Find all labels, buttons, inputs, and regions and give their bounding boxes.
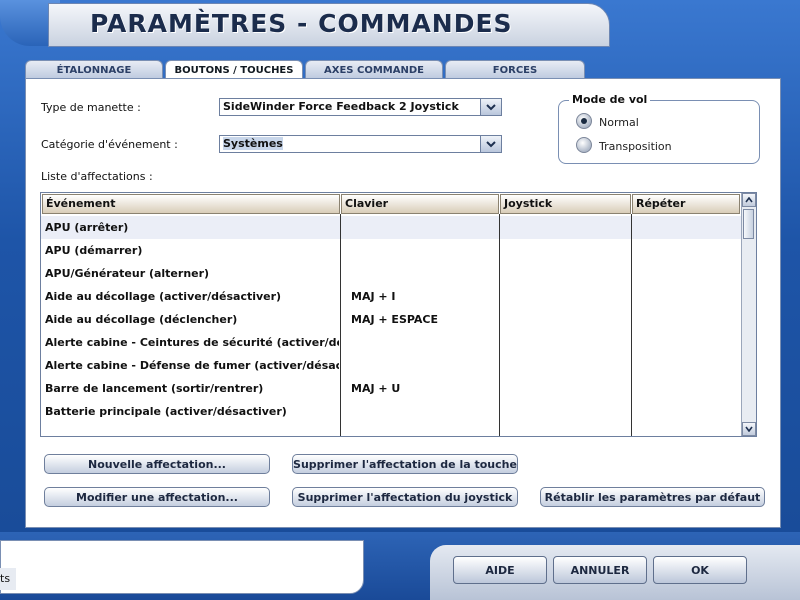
- scrollbar-thumb[interactable]: [743, 209, 754, 239]
- column-header-keyboard[interactable]: Clavier: [341, 194, 499, 214]
- event-category-select[interactable]: Systèmes: [219, 135, 502, 153]
- event-category-value: Systèmes: [223, 137, 283, 150]
- assignments-table[interactable]: Événement Clavier Joystick Répéter APU (…: [40, 192, 757, 437]
- column-header-repeat[interactable]: Répéter: [632, 194, 740, 214]
- tab-forces[interactable]: FORCES: [445, 60, 585, 78]
- row-keyboard: MAJ + I: [351, 290, 396, 303]
- footer-info-area: [0, 540, 364, 594]
- table-row[interactable]: Aide au décollage (activer/désactiver) M…: [41, 285, 741, 308]
- table-row[interactable]: Barre de lancement (sortir/rentrer) MAJ …: [41, 377, 741, 400]
- flight-mode-legend: Mode de vol: [569, 93, 651, 106]
- tab-boutons-touches[interactable]: BOUTONS / TOUCHES: [165, 60, 303, 80]
- row-event: APU (arrêter): [45, 221, 129, 234]
- table-row[interactable]: Alerte cabine - Défense de fumer (active…: [41, 354, 741, 377]
- cancel-button[interactable]: ANNULER: [553, 556, 647, 584]
- table-row[interactable]: APU (arrêter): [41, 216, 741, 239]
- table-row[interactable]: APU/Générateur (alterner): [41, 262, 741, 285]
- row-event: Aide au décollage (déclencher): [45, 313, 238, 326]
- window-title: PARAMÈTRES - COMMANDES: [90, 9, 513, 38]
- vertical-scrollbar[interactable]: [741, 193, 756, 436]
- new-assignment-button[interactable]: Nouvelle affectation...: [44, 454, 270, 474]
- table-row[interactable]: Aide au décollage (déclencher) MAJ + ESP…: [41, 308, 741, 331]
- row-event: Alerte cabine - Ceintures de sécurité (a…: [45, 336, 339, 349]
- table-row[interactable]: APU (démarrer): [41, 239, 741, 262]
- row-keyboard: MAJ + ESPACE: [351, 313, 439, 326]
- radio-transposition-label[interactable]: Transposition: [599, 140, 672, 153]
- row-event: APU/Générateur (alterner): [45, 267, 210, 280]
- column-header-event[interactable]: Événement: [42, 194, 340, 214]
- taskbar-fragment: ts: [0, 568, 16, 590]
- scroll-up-icon[interactable]: [742, 193, 756, 207]
- radio-normal-label[interactable]: Normal: [599, 116, 639, 129]
- column-divider: [631, 214, 632, 436]
- table-row[interactable]: Alerte cabine - Ceintures de sécurité (a…: [41, 331, 741, 354]
- ok-button[interactable]: OK: [653, 556, 747, 584]
- chevron-down-icon[interactable]: [480, 136, 501, 152]
- help-button[interactable]: AIDE: [453, 556, 547, 584]
- row-event: APU (démarrer): [45, 244, 143, 257]
- radio-transposition[interactable]: [576, 137, 592, 153]
- modify-assignment-button[interactable]: Modifier une affectation...: [44, 487, 270, 507]
- table-row[interactable]: Batterie principale (activer/désactiver): [41, 400, 741, 423]
- flight-mode-group: Mode de vol: [558, 93, 760, 164]
- controller-type-select[interactable]: SideWinder Force Feedback 2 Joystick: [219, 98, 502, 116]
- restore-defaults-button[interactable]: Rétablir les paramètres par défaut: [540, 487, 765, 507]
- column-divider: [340, 214, 341, 436]
- row-event: Alerte cabine - Défense de fumer (active…: [45, 359, 339, 372]
- row-event: Barre de lancement (sortir/rentrer): [45, 382, 264, 395]
- chevron-down-icon[interactable]: [480, 99, 501, 115]
- tab-axes-commande[interactable]: AXES COMMANDE: [305, 60, 443, 78]
- column-header-joystick[interactable]: Joystick: [500, 194, 631, 214]
- delete-joystick-assignment-button[interactable]: Supprimer l'affectation du joystick: [292, 487, 518, 507]
- tab-etalonnage[interactable]: ÉTALONNAGE: [25, 60, 163, 78]
- event-category-label: Catégorie d'événement :: [41, 138, 178, 151]
- row-event: Aide au décollage (activer/désactiver): [45, 290, 282, 303]
- assignments-label: Liste d'affectations :: [41, 170, 153, 183]
- delete-key-assignment-button[interactable]: Supprimer l'affectation de la touche: [292, 454, 518, 474]
- column-divider: [499, 214, 500, 436]
- row-event: Batterie principale (activer/désactiver): [45, 405, 287, 418]
- controller-type-label: Type de manette :: [41, 101, 141, 114]
- scroll-down-icon[interactable]: [742, 422, 756, 436]
- radio-normal[interactable]: [576, 113, 592, 129]
- row-keyboard: MAJ + U: [351, 382, 401, 395]
- controller-type-value: SideWinder Force Feedback 2 Joystick: [223, 100, 459, 113]
